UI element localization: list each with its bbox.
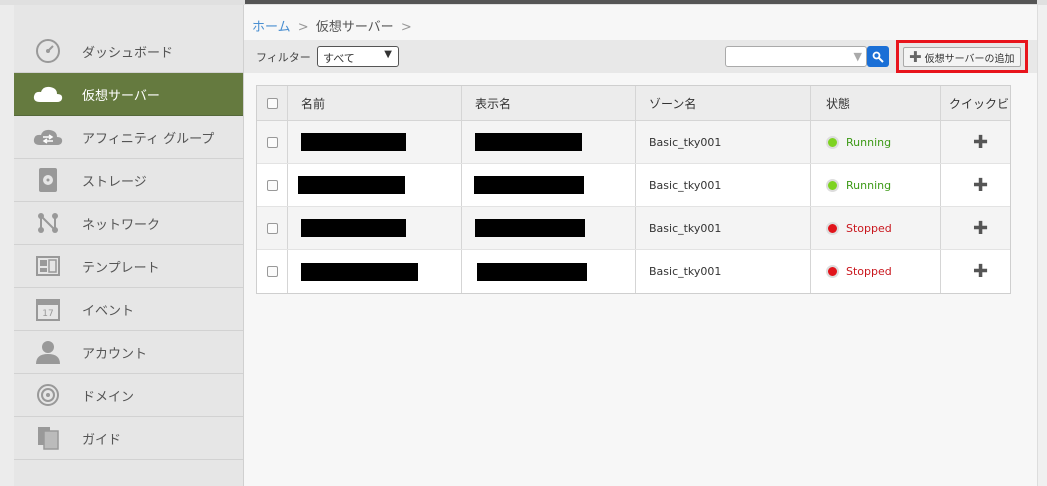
row-checkbox[interactable] (266, 136, 278, 148)
table-header: 名前 表示名 ゾーン名 状態 クイックビュー (257, 86, 1010, 121)
cloud-icon (14, 84, 82, 104)
zone-cell: Basic_tky001 (636, 121, 811, 163)
status-stopped-icon (826, 265, 839, 278)
sidebar-item-storage[interactable]: ストレージ (14, 159, 243, 202)
dropdown-arrow-icon: ▼ (384, 49, 392, 60)
sidebar-item-label: アカウント (82, 346, 148, 362)
sidebar-item-label: アフィニティ グループ (82, 131, 215, 147)
breadcrumb-current: 仮想サーバー (315, 20, 394, 35)
select-all-checkbox[interactable] (266, 97, 278, 109)
main-content: ホーム > 仮想サーバー > フィルター すべて ▼ ▼ ✚ 仮想サーバーの追加… (244, 5, 1037, 486)
quickview-plus-icon[interactable]: ✚ (973, 218, 988, 239)
redacted-name (301, 219, 406, 237)
sidebar-item-template[interactable]: テンプレート (14, 245, 243, 288)
sidebar-item-label: ネットワーク (82, 217, 161, 233)
table-row[interactable]: Basic_tky001 Stopped ✚ (257, 250, 1010, 293)
domain-target-icon (14, 384, 82, 406)
sidebar-item-virtual-server[interactable]: 仮想サーバー (14, 73, 243, 116)
sidebar-item-label: ダッシュボード (82, 45, 174, 61)
header-quickview[interactable]: クイックビュー (941, 86, 1010, 120)
table-row[interactable]: Basic_tky001 Running ✚ (257, 164, 1010, 207)
redacted-display-name (475, 219, 585, 237)
redacted-name (298, 176, 405, 194)
storage-disk-icon (14, 167, 82, 193)
status-text: Running (846, 135, 892, 149)
sidebar-item-account[interactable]: アカウント (14, 331, 243, 374)
breadcrumb-separator: > (297, 20, 309, 35)
template-icon (14, 256, 82, 276)
zone-cell: Basic_tky001 (636, 164, 811, 206)
row-checkbox[interactable] (266, 179, 278, 191)
calendar-icon: 17 (14, 297, 82, 321)
sidebar-item-affinity-group[interactable]: アフィニティ グループ (14, 116, 243, 159)
dashboard-icon (14, 38, 82, 64)
filter-bar: フィルター すべて ▼ ▼ ✚ 仮想サーバーの追加 (244, 40, 1037, 73)
sidebar-item-label: ガイド (82, 432, 122, 448)
filter-selected-value: すべて (323, 52, 355, 65)
right-scroll-edge (1037, 5, 1047, 486)
redacted-name (301, 262, 418, 281)
breadcrumb-home-link[interactable]: ホーム (252, 20, 291, 35)
sidebar-item-dashboard[interactable]: ダッシュボード (14, 30, 243, 73)
sidebar-item-label: ストレージ (82, 174, 147, 190)
zone-cell: Basic_tky001 (636, 250, 811, 293)
header-display-name[interactable]: 表示名 (462, 86, 636, 120)
network-icon (14, 212, 82, 234)
filter-select[interactable]: すべて ▼ (317, 46, 399, 67)
zone-cell: Basic_tky001 (636, 207, 811, 249)
sidebar-item-label: 仮想サーバー (82, 88, 160, 104)
server-table: 名前 表示名 ゾーン名 状態 クイックビュー Basic_tky001 Runn… (256, 85, 1011, 294)
row-checkbox[interactable] (266, 266, 278, 277)
row-checkbox[interactable] (266, 222, 278, 234)
status-text: Running (846, 178, 892, 192)
header-zone[interactable]: ゾーン名 (636, 86, 811, 120)
plus-icon: ✚ (909, 48, 922, 66)
sidebar-item-label: ドメイン (82, 389, 135, 405)
search-input[interactable]: ▼ (725, 46, 867, 67)
sidebar-item-event[interactable]: 17 イベント (14, 288, 243, 331)
header-status[interactable]: 状態 (811, 86, 941, 120)
redacted-display-name (477, 262, 587, 281)
redacted-display-name (475, 133, 582, 151)
status-text: Stopped (846, 265, 892, 278)
header-name[interactable]: 名前 (288, 86, 462, 120)
breadcrumb: ホーム > 仮想サーバー > (252, 16, 415, 35)
left-edge (0, 5, 14, 486)
top-bar-dark (245, 0, 1037, 4)
redacted-display-name (474, 176, 584, 194)
search-button[interactable] (867, 46, 889, 67)
quickview-plus-icon[interactable]: ✚ (973, 132, 988, 153)
guide-book-icon (14, 426, 82, 450)
user-icon (14, 340, 82, 364)
sidebar-item-domain[interactable]: ドメイン (14, 374, 243, 417)
sidebar-item-network[interactable]: ネットワーク (14, 202, 243, 245)
search-dropdown-arrow-icon[interactable]: ▼ (854, 50, 862, 63)
quickview-plus-icon[interactable]: ✚ (973, 261, 988, 282)
add-button-highlight: ✚ 仮想サーバーの追加 (896, 40, 1028, 73)
status-running-icon (826, 135, 839, 149)
table-row[interactable]: Basic_tky001 Stopped ✚ (257, 207, 1010, 250)
quickview-plus-icon[interactable]: ✚ (973, 175, 988, 196)
sidebar-item-label: テンプレート (82, 260, 160, 276)
status-stopped-icon (826, 221, 839, 235)
filter-label: フィルター (256, 51, 311, 64)
affinity-cloud-icon (14, 127, 82, 147)
sidebar: ダッシュボード 仮想サーバー アフィニティ グループ ストレージ ネットワーク … (14, 5, 244, 486)
table-row[interactable]: Basic_tky001 Running ✚ (257, 121, 1010, 164)
status-text: Stopped (846, 221, 892, 235)
breadcrumb-separator: > (400, 20, 412, 35)
sidebar-item-label: イベント (82, 303, 135, 319)
add-button-label: 仮想サーバーの追加 (924, 53, 1015, 65)
add-virtual-server-button[interactable]: ✚ 仮想サーバーの追加 (903, 47, 1021, 67)
svg-text:17: 17 (42, 309, 53, 319)
status-running-icon (826, 178, 839, 192)
sidebar-item-guide[interactable]: ガイド (14, 417, 243, 460)
redacted-name (301, 133, 406, 151)
search-icon (872, 51, 884, 63)
